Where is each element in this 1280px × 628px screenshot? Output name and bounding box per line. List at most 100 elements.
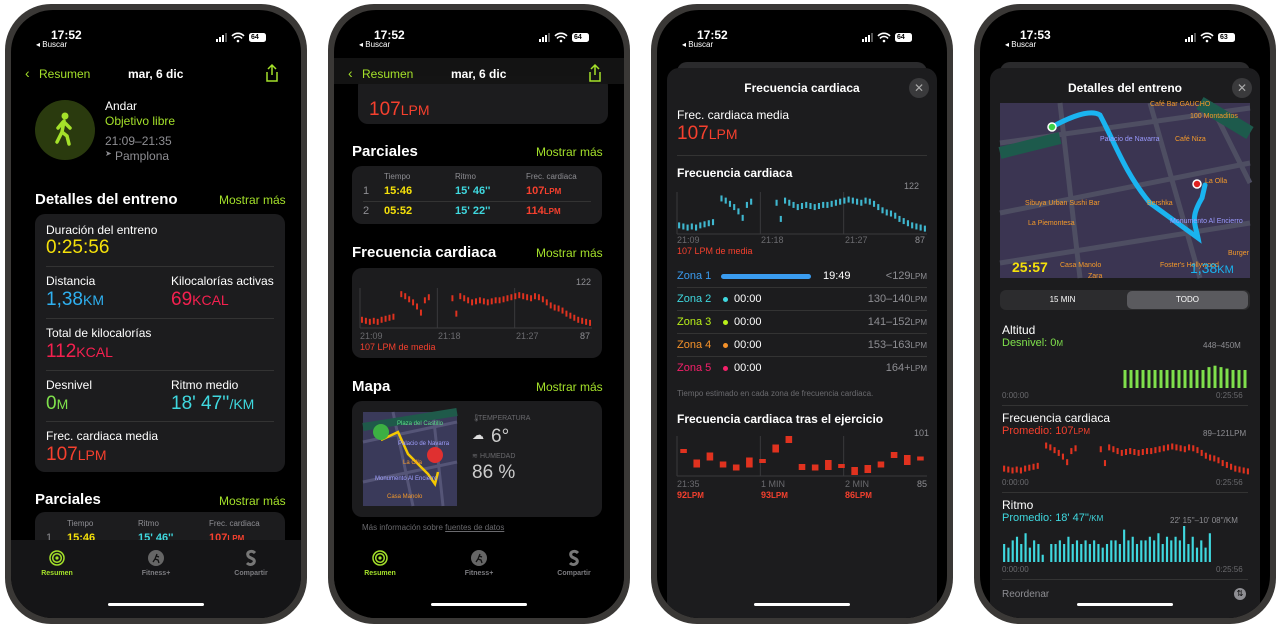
x-tick: 21:18 <box>761 235 784 245</box>
recovery-chart[interactable] <box>676 436 927 477</box>
x-tick: 21:09 <box>360 331 383 341</box>
reorder-arrows-icon[interactable]: ⇅ <box>1234 588 1246 600</box>
wifi-icon <box>1200 32 1214 43</box>
zones-note: Tiempo estimado en cada zona de frecuenc… <box>677 389 874 398</box>
altitude-chart[interactable] <box>1002 364 1248 388</box>
pace-summary: Promedio: 18' 47''/KM <box>1002 512 1104 524</box>
zone-name: Zona 4 <box>677 339 712 351</box>
tab-resumen[interactable]: Resumen <box>17 550 97 577</box>
zone-range: 141–152LPM <box>867 316 927 328</box>
back-button[interactable]: Resumen <box>39 68 90 80</box>
tab-compartir[interactable]: Compartir <box>534 549 614 577</box>
temperature-value: 6° <box>491 426 510 447</box>
route-map[interactable]: Café Bar GAUCHO 100 Montaditos Palacio d… <box>998 96 1254 280</box>
hr-chart-card[interactable]: 122 21:09 21:18 21:27 87 107 LPM de medi… <box>352 268 602 358</box>
split-time: 05:52 <box>384 205 413 217</box>
hr-avg-value: 107LPM <box>677 123 738 144</box>
divider <box>1002 579 1248 580</box>
map-label: Monumento Al Encierro <box>1170 218 1243 225</box>
hr-summary: Promedio: 107LPM <box>1002 425 1090 437</box>
altitude-title: Altitud <box>1002 323 1036 337</box>
home-indicator[interactable] <box>1077 603 1173 606</box>
show-more-map[interactable]: Mostrar más <box>536 381 603 393</box>
map-label: Burger <box>1228 250 1250 257</box>
chevron-left-icon[interactable]: ‹ <box>348 66 353 80</box>
zone-name: Zona 2 <box>677 293 712 305</box>
temperature-label: TEMPERATURA <box>478 415 531 422</box>
phone-hr-sheet: 17:52 ◂ Buscar 64 Frecuencia cardiaca ✕ … <box>651 4 953 624</box>
map-label: Plaza del Castillo <box>397 421 444 427</box>
map-label: Monumento Al Encierro <box>375 476 438 482</box>
splits-header-pace: Ritmo <box>455 172 476 181</box>
back-to-search[interactable]: ◂ Buscar <box>36 41 67 49</box>
map-label: Sibuya Urban Sushi Bar <box>1025 200 1100 207</box>
reorder-button[interactable]: Reordenar <box>1002 590 1049 600</box>
show-more-details[interactable]: Mostrar más <box>219 194 286 206</box>
screen: 17:53 ◂ Buscar 63 Detalles del entreno ✕… <box>980 10 1270 618</box>
distance-label: Distancia <box>46 274 96 288</box>
pace-chart[interactable] <box>1002 526 1212 562</box>
splits-header-time: Tiempo <box>67 519 94 528</box>
hr-min-label: 87 <box>915 235 926 245</box>
divider <box>677 333 927 334</box>
share-icon[interactable] <box>265 63 279 82</box>
divider <box>46 370 274 371</box>
show-more-splits[interactable]: Mostrar más <box>219 495 286 507</box>
hr-sheet: Frecuencia cardiaca ✕ Frec. cardiaca med… <box>667 68 937 618</box>
tab-compartir[interactable]: Compartir <box>211 549 291 577</box>
close-icon[interactable]: ✕ <box>1232 78 1252 98</box>
splits-card: Tiempo Ritmo Frec. cardiaca 1 15:46 15' … <box>352 166 602 224</box>
back-to-search[interactable]: ◂ Buscar <box>1005 41 1036 49</box>
hr-chart[interactable] <box>676 192 927 235</box>
home-indicator[interactable] <box>754 603 850 606</box>
chevron-left-icon[interactable]: ‹ <box>25 66 30 80</box>
segment-15min[interactable]: 15 MIN <box>1000 296 1125 304</box>
location-arrow-icon: ➤ <box>105 149 112 158</box>
map-label: Palacio de Navarra <box>398 441 450 447</box>
activity-rings-icon <box>49 550 65 566</box>
back-to-search[interactable]: ◂ Buscar <box>359 41 390 49</box>
hr-chart[interactable] <box>1002 440 1250 476</box>
humidity-value: 86 % <box>472 462 516 483</box>
hr-min-label: 87 <box>580 331 591 341</box>
data-sources-link[interactable]: fuentes de datos <box>445 523 504 532</box>
share-icon[interactable] <box>588 63 602 82</box>
route-map-thumbnail[interactable]: Plaza del Castillo Palacio de Navarra La… <box>362 408 458 507</box>
back-button[interactable]: Resumen <box>362 68 413 80</box>
back-to-search[interactable]: ◂ Buscar <box>682 41 713 49</box>
map-distance: 1,38KM <box>1190 260 1234 276</box>
pace-label: Ritmo medio <box>171 378 239 392</box>
tab-resumen[interactable]: Resumen <box>340 550 420 577</box>
map-card[interactable]: Plaza del Castillo Palacio de Navarra La… <box>352 401 602 517</box>
map-label: La Olla <box>403 460 423 466</box>
zone-time: 00:00 <box>734 339 762 351</box>
section-title-map: Mapa <box>352 378 391 395</box>
map-label: La Olla <box>1205 178 1227 185</box>
section-title-hr: Frecuencia cardiaca <box>352 244 497 261</box>
cellular-signal-icon <box>862 33 873 42</box>
show-more-splits[interactable]: Mostrar más <box>536 146 603 158</box>
tab-fitness-plus[interactable]: Fitness+ <box>439 550 519 577</box>
active-kcal-value: 69KCAL <box>171 289 229 310</box>
workout-location: Pamplona <box>115 149 170 163</box>
nav-title: mar, 6 dic <box>128 67 184 81</box>
humidity-label: HUMEDAD <box>480 453 516 460</box>
show-more-hr[interactable]: Mostrar más <box>536 247 603 259</box>
nav-title: mar, 6 dic <box>451 67 507 81</box>
battery-level: 64 <box>897 34 905 41</box>
segment-todo[interactable]: TODO <box>1127 296 1248 304</box>
divider <box>677 155 927 156</box>
map-label: Café Bar GAUCHO <box>1150 101 1211 108</box>
tab-label: Resumen <box>41 570 73 577</box>
hr-max-label: 122 <box>904 181 920 191</box>
split-pace: 15' 22'' <box>455 205 491 217</box>
zone-dot <box>723 297 728 302</box>
tab-label: Fitness+ <box>464 570 494 577</box>
zone-range: 153–163LPM <box>867 339 927 351</box>
divider <box>46 266 274 267</box>
close-icon[interactable]: ✕ <box>909 78 929 98</box>
tab-fitness-plus[interactable]: Fitness+ <box>116 550 196 577</box>
home-indicator[interactable] <box>431 603 527 606</box>
total-kcal-value: 112KCAL <box>46 341 113 362</box>
home-indicator[interactable] <box>108 603 204 606</box>
